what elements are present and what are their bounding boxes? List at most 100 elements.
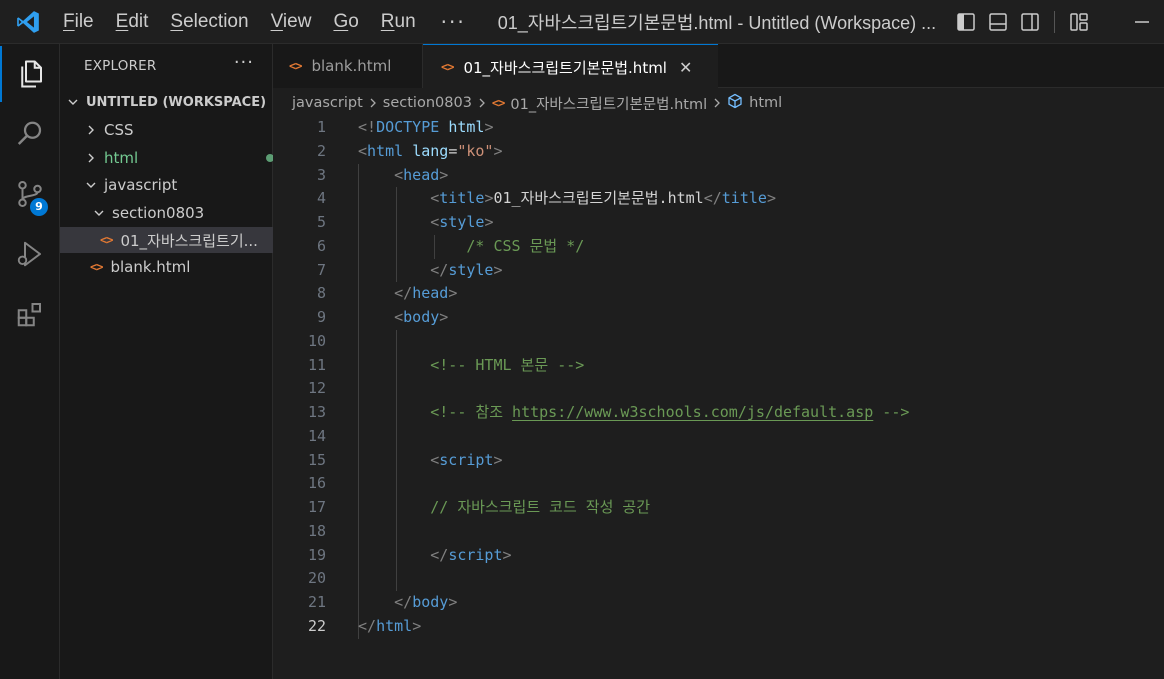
chevron-right-icon — [712, 97, 722, 109]
menu-mnemonic: E — [115, 10, 129, 32]
line-number: 12 — [307, 379, 326, 398]
toggle-panel-icon[interactable] — [986, 10, 1010, 34]
code-token: head — [412, 284, 449, 303]
tree-folder-section0803[interactable]: section0803 — [60, 200, 304, 226]
code-editor[interactable]: 1 <!DOCTYPE html> 2 <html lang="ko"> 3 <head… — [273, 116, 1164, 679]
line-number: 15 — [307, 450, 326, 469]
search-icon[interactable] — [0, 106, 60, 162]
breadcrumb-item[interactable]: 01_자바스크립트기본문법.html — [510, 93, 707, 114]
line-number: 18 — [307, 521, 326, 540]
tree-folder-html[interactable]: html — [60, 145, 296, 171]
tree-folder-javascript[interactable]: javascript — [60, 172, 296, 198]
code-token: html — [448, 118, 485, 136]
chevron-down-icon — [92, 206, 106, 220]
customize-layout-icon[interactable] — [1067, 10, 1091, 34]
line-number: 22 — [307, 616, 326, 635]
explorer-more-actions-button[interactable]: ··· — [234, 52, 254, 73]
code-token: > — [502, 545, 512, 564]
line-number: 8 — [316, 284, 326, 303]
code-token: --> — [873, 403, 910, 421]
menu-run[interactable]: Run — [370, 0, 427, 44]
line-number: 4 — [316, 189, 326, 208]
code-token: < — [394, 165, 404, 184]
chevron-right-icon — [84, 123, 98, 137]
line-number: 7 — [316, 260, 326, 279]
code-token: <! — [358, 118, 377, 136]
menu-mnemonic: V — [270, 10, 283, 32]
code-token: script — [448, 545, 503, 564]
tab-label: blank.html — [311, 57, 392, 75]
line-number: 1 — [316, 118, 326, 136]
line-number: 6 — [316, 236, 326, 255]
editor-tab-bar: <> blank.html <> 01_자바스크립트기본문법.html ✕ — [273, 44, 1164, 89]
extensions-icon[interactable] — [0, 286, 60, 342]
tab-blank-html[interactable]: <> blank.html — [273, 44, 423, 88]
html-file-icon: <> — [441, 60, 454, 74]
html-file-icon: <> — [90, 260, 103, 274]
menu-view[interactable]: View — [260, 0, 323, 44]
tree-folder-css[interactable]: CSS — [60, 117, 296, 143]
menu-more-button[interactable]: ··· — [427, 10, 480, 34]
code-token: body — [412, 593, 449, 611]
menu-label: iew — [282, 10, 312, 32]
menu-mnemonic: F — [63, 10, 75, 32]
code-token: </ — [430, 545, 449, 564]
menu-label: dit — [128, 10, 149, 32]
breadcrumb-item[interactable]: html — [749, 95, 782, 111]
minimize-window-icon[interactable] — [1128, 10, 1156, 34]
toggle-secondary-sidebar-icon[interactable] — [1018, 10, 1042, 34]
tab-01-javascript-basics[interactable]: <> 01_자바스크립트기본문법.html ✕ — [423, 44, 718, 89]
menu-selection[interactable]: Selection — [159, 0, 259, 44]
scm-count-badge: 9 — [30, 198, 48, 216]
vscode-logo-icon — [10, 4, 46, 40]
run-debug-icon[interactable] — [0, 226, 60, 282]
code-token: // 자바스크립트 코드 작성 공간 — [430, 498, 651, 516]
html-file-icon: <> — [491, 96, 505, 110]
code-token: </ — [394, 593, 413, 611]
menu-label: un — [394, 10, 416, 32]
code-token: > — [484, 213, 494, 231]
chevron-right-icon — [477, 97, 487, 109]
menu-file[interactable]: File — [52, 0, 105, 44]
code-token: body — [403, 308, 440, 326]
workspace-label: UNTITLED (WORKSPACE) — [86, 94, 267, 110]
explorer-title: EXPLORER — [84, 58, 157, 74]
code-line: <!-- 참조 https://www.w3schools.com/js/def… — [358, 401, 909, 425]
menu-label: o — [348, 10, 359, 32]
breadcrumb-item[interactable]: javascript — [292, 95, 363, 111]
code-line: </body> — [358, 591, 457, 615]
tree-item-label: CSS — [104, 121, 134, 139]
close-icon[interactable]: ✕ — [679, 58, 692, 77]
code-link[interactable]: https://www.w3schools.com/js/default.asp — [512, 403, 873, 421]
code-token: /* CSS 문법 */ — [466, 236, 585, 255]
code-line: <head> — [358, 164, 448, 188]
breadcrumb-item[interactable]: section0803 — [383, 95, 472, 111]
code-token: < — [430, 213, 440, 231]
tree-file-blank[interactable]: <> blank.html — [60, 254, 302, 280]
line-number: 21 — [307, 593, 326, 611]
menu-go[interactable]: Go — [322, 0, 369, 44]
menu-edit[interactable]: Edit — [105, 0, 160, 44]
files-icon[interactable] — [0, 46, 60, 102]
symbol-element-icon — [727, 93, 743, 113]
code-token: </ — [430, 260, 449, 279]
line-number: 9 — [316, 308, 326, 326]
line-number: 13 — [307, 403, 326, 421]
source-control-icon[interactable]: 9 — [0, 166, 60, 222]
menu-label: ile — [74, 10, 94, 32]
code-line: </head> — [358, 282, 457, 306]
menu-mnemonic: R — [380, 10, 395, 32]
line-number: 16 — [307, 474, 326, 493]
code-token: > — [439, 165, 449, 184]
tree-item-label: section0803 — [112, 204, 205, 222]
toggle-primary-sidebar-icon[interactable] — [954, 10, 978, 34]
line-number: 20 — [307, 569, 326, 588]
code-token: DOCTYPE — [376, 118, 440, 136]
code-token: title — [439, 189, 485, 208]
workspace-root[interactable]: UNTITLED (WORKSPACE) — [60, 89, 278, 115]
